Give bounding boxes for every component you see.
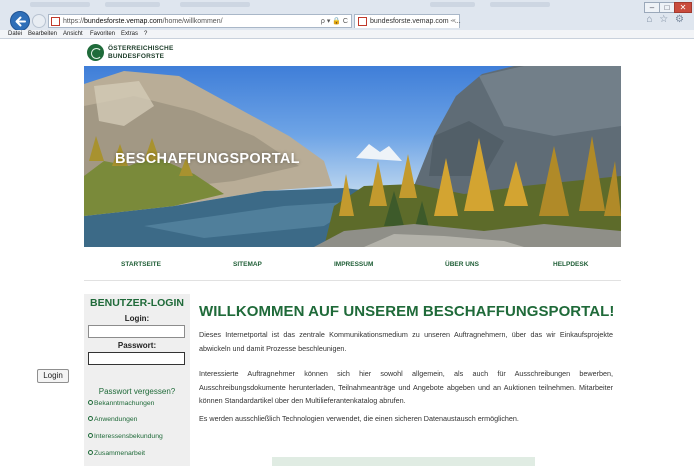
nav-helpdesk[interactable]: HELPDESK <box>553 261 588 268</box>
sidebar-link-interessensbekundung[interactable]: Interessensbekundung <box>88 433 163 440</box>
bullet-circle-icon <box>88 433 93 438</box>
menu-ansicht[interactable]: Ansicht <box>63 30 83 39</box>
content-box <box>272 457 535 466</box>
logo-text-line2: BUNDESFORSTE <box>108 53 165 60</box>
password-label: Passwort: <box>117 341 157 350</box>
login-sidebar: BENUTZER-LOGIN Login: Passwort: <box>84 294 190 466</box>
nav-impressum[interactable]: IMPRESSUM <box>334 261 373 268</box>
menu-help[interactable]: ? <box>144 30 147 39</box>
bullet-circle-icon <box>88 400 93 405</box>
browser-chrome: – □ ✕ https://bundesforste.vemap.com/hom… <box>0 0 694 39</box>
browser-tab[interactable]: bundesforste.vemap.com - ... × <box>354 14 461 28</box>
minimize-button[interactable]: – <box>644 2 660 13</box>
sidebar-link-anwendungen[interactable]: Anwendungen <box>88 416 137 423</box>
close-window-button[interactable]: ✕ <box>674 2 692 13</box>
forward-button[interactable] <box>32 14 46 28</box>
nav-ueber-uns[interactable]: ÜBER UNS <box>445 261 479 268</box>
sidebar-link-label: Zusammenarbeit <box>94 450 145 457</box>
intro-paragraph: Dieses Internetportal ist das zentrale K… <box>199 330 613 353</box>
login-button[interactable]: Login <box>37 369 69 383</box>
nav-startseite[interactable]: STARTSEITE <box>121 261 161 268</box>
menu-bar: Datei Bearbeiten Ansicht Favoriten Extra… <box>0 30 694 39</box>
maximize-button[interactable]: □ <box>659 2 675 13</box>
password-input[interactable] <box>88 352 185 365</box>
bullet-circle-icon <box>88 416 93 421</box>
sidebar-link-zusammenarbeit[interactable]: Zusammenarbeit <box>88 450 145 457</box>
login-label: Login: <box>124 314 150 323</box>
tab-close-icon[interactable]: × <box>452 16 456 27</box>
forgot-password-link[interactable]: Passwort vergessen? <box>84 387 190 396</box>
toolbar-home-star-gear-icons[interactable]: ⌂ ☆ ⚙ <box>646 14 686 25</box>
address-url: https://bundesforste.vemap.com/home/will… <box>63 18 223 25</box>
page-title: WILLKOMMEN AUF UNSEREM BESCHAFFUNGSPORTA… <box>199 303 615 320</box>
login-input[interactable] <box>88 325 185 338</box>
sidebar-link-label: Bekanntmachungen <box>94 400 155 407</box>
arrow-left-icon <box>15 16 26 27</box>
sidebar-link-bekanntmachungen[interactable]: Bekanntmachungen <box>88 400 154 407</box>
menu-favoriten[interactable]: Favoriten <box>90 30 115 39</box>
sidebar-link-label: Interessensbekundung <box>94 433 163 440</box>
sidebar-link-label: Anwendungen <box>94 416 138 423</box>
security-paragraph: Es werden ausschließlich Technologien ve… <box>199 414 519 423</box>
bullet-circle-icon <box>88 450 93 455</box>
menu-datei[interactable]: Datei <box>8 30 22 39</box>
site-favicon-icon <box>51 17 60 26</box>
main-navigation: STARTSEITE SITEMAP IMPRESSUM ÜBER UNS HE… <box>84 257 621 281</box>
menu-extras[interactable]: Extras <box>121 30 138 39</box>
address-bar[interactable]: https://bundesforste.vemap.com/home/will… <box>48 14 352 28</box>
nav-sitemap[interactable]: SITEMAP <box>233 261 262 268</box>
bundesforste-logo-icon <box>87 44 104 61</box>
tab-title: bundesforste.vemap.com - ... <box>370 18 461 25</box>
address-tools-icons[interactable]: ρ ▾ 🔒 C <box>321 16 348 27</box>
tab-favicon-icon <box>358 17 367 26</box>
back-button[interactable] <box>10 11 30 31</box>
hero-banner: BESCHAFFUNGSPORTAL <box>84 66 621 247</box>
banner-title: BESCHAFFUNGSPORTAL <box>115 151 300 167</box>
window-titlebar <box>10 1 610 9</box>
logo-text-line1: ÖSTERREICHISCHE <box>108 45 174 52</box>
login-title: BENUTZER-LOGIN <box>90 297 184 309</box>
features-paragraph: Interessierte Auftragnehmer können sich … <box>199 369 613 405</box>
menu-bearbeiten[interactable]: Bearbeiten <box>28 30 57 39</box>
